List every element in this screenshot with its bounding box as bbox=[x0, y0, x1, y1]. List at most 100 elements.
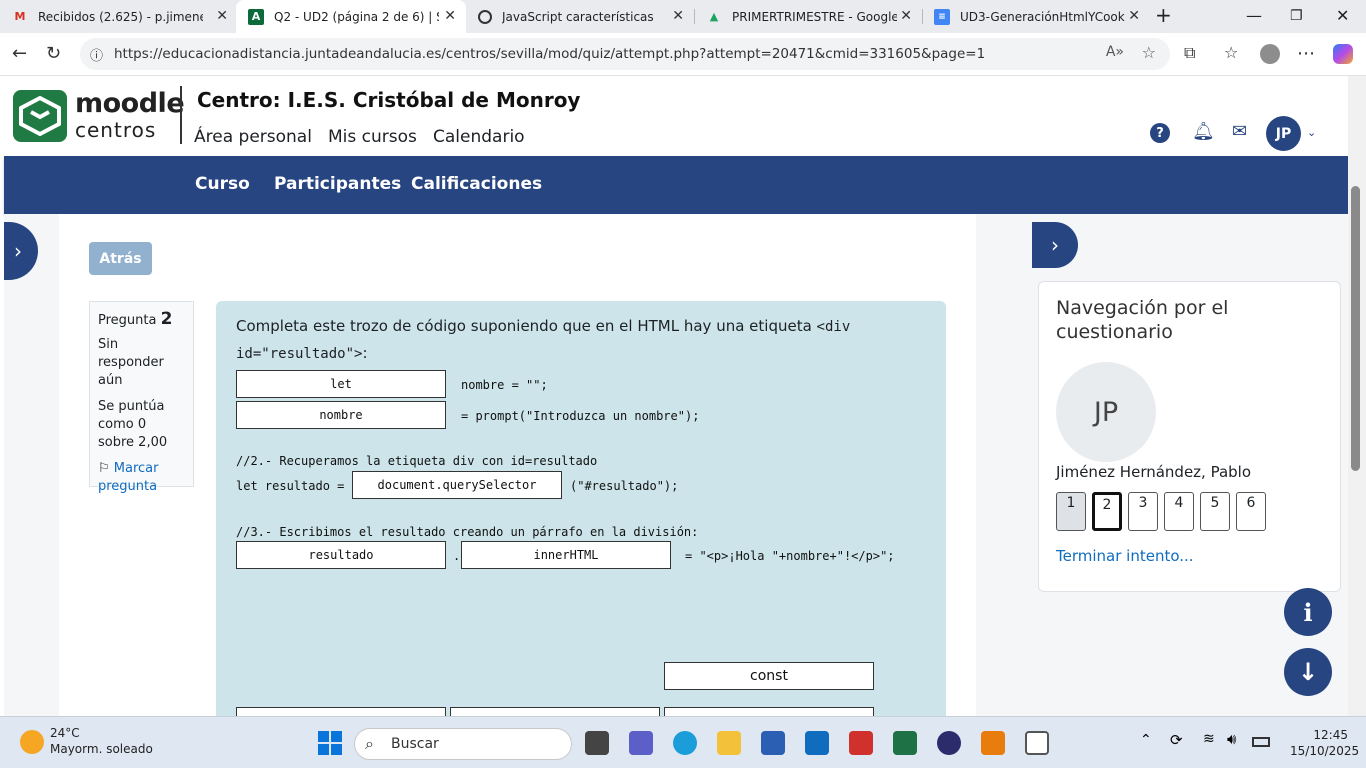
file-explorer-icon[interactable] bbox=[717, 731, 741, 755]
system-clock[interactable]: 12:45 15/10/2025 bbox=[1290, 727, 1360, 759]
new-tab-icon[interactable]: + bbox=[1155, 3, 1172, 27]
favorites-icon[interactable]: ☆ bbox=[1224, 43, 1238, 62]
volume-icon[interactable]: 🔊︎ bbox=[1227, 730, 1236, 748]
eclipse-icon[interactable] bbox=[937, 731, 961, 755]
sublime-text-icon[interactable] bbox=[981, 731, 1005, 755]
url-field[interactable]: ⓘ https://educacionadistancia.juntadeand… bbox=[80, 38, 1170, 70]
moodle-logo-icon[interactable] bbox=[13, 90, 67, 142]
scrollbar-thumb[interactable] bbox=[1351, 186, 1360, 471]
tab-title: JavaScript características bbox=[502, 9, 654, 24]
extensions-icon[interactable]: ⧉ bbox=[1184, 43, 1195, 63]
nav-calificaciones[interactable]: Calificaciones bbox=[411, 174, 542, 194]
minimize-icon[interactable]: — bbox=[1246, 6, 1262, 25]
taskbar-search[interactable]: ⌕ Buscar bbox=[354, 728, 572, 760]
nav-participantes[interactable]: Participantes bbox=[274, 174, 401, 194]
battery-icon[interactable] bbox=[1252, 737, 1270, 747]
drop-zone-2[interactable]: nombre bbox=[236, 401, 446, 429]
tab-gmail[interactable]: M Recibidos (2.625) - p.jimenez.he ✕ bbox=[0, 0, 238, 33]
tab-docs[interactable]: ≡ UD3-GeneraciónHtmlYCookies ✕ bbox=[922, 0, 1150, 33]
prompt-end: : bbox=[362, 344, 368, 362]
quiz-navigation-title: Navegación por el cuestionario bbox=[1056, 297, 1229, 343]
site-info-icon[interactable]: ⓘ bbox=[90, 45, 103, 64]
back-icon[interactable]: ← bbox=[12, 43, 27, 64]
clock-date: 15/10/2025 bbox=[1290, 744, 1360, 758]
close-window-icon[interactable]: ✕ bbox=[1336, 6, 1349, 25]
user-full-name: Jiménez Hernández, Pablo bbox=[1056, 463, 1252, 481]
refresh-icon[interactable]: ↻ bbox=[46, 43, 61, 64]
nav-curso[interactable]: Curso bbox=[195, 174, 250, 194]
drag-choice[interactable] bbox=[450, 707, 660, 716]
wifi-icon[interactable]: ≋ bbox=[1203, 731, 1215, 747]
question-number-line: Pregunta 2 bbox=[98, 310, 185, 330]
question-nav-button-5[interactable]: 5 bbox=[1200, 492, 1230, 531]
flag-question-link[interactable]: ⚐ Marcar pregunta bbox=[98, 460, 185, 496]
drop-zone-3[interactable]: document.querySelector bbox=[352, 471, 562, 499]
drop-zone-4[interactable]: resultado bbox=[236, 541, 446, 569]
nav-area-personal[interactable]: Área personal bbox=[194, 127, 312, 147]
chatgpt-icon bbox=[478, 9, 492, 24]
weather-sun-icon[interactable] bbox=[20, 730, 44, 754]
messages-icon[interactable]: ✉ bbox=[1232, 121, 1247, 142]
question-info: Pregunta 2 Sin responder aún Se puntúa c… bbox=[89, 301, 194, 494]
weather-temp: 24°C bbox=[50, 726, 80, 740]
finish-attempt-link[interactable]: Terminar intento... bbox=[1056, 547, 1194, 565]
tab-quiz[interactable]: A Q2 - UD2 (página 2 de 6) | Sevil ✕ bbox=[236, 0, 466, 33]
windows-taskbar: 24°C Mayorm. soleado ⌕ Buscar ⌃ ⟳ ≋ 🔊︎ 1… bbox=[0, 716, 1366, 768]
word-icon[interactable] bbox=[761, 731, 785, 755]
drop-zone-5[interactable]: innerHTML bbox=[461, 541, 671, 569]
code-comment-3: //3.- Escribimos el resultado creando un… bbox=[236, 525, 699, 539]
tab-title: Recibidos (2.625) - p.jimenez.he bbox=[38, 9, 203, 24]
question-nav-button-4[interactable]: 4 bbox=[1164, 492, 1194, 531]
read-aloud-icon[interactable]: A» bbox=[1106, 44, 1124, 60]
flag-icon: ⚐ bbox=[98, 461, 110, 476]
open-course-index-button[interactable]: › bbox=[4, 222, 38, 280]
sync-icon[interactable]: ⟳ bbox=[1170, 731, 1183, 749]
back-button[interactable]: Atrás bbox=[89, 242, 152, 275]
drag-choice[interactable] bbox=[664, 707, 874, 716]
restore-icon[interactable]: ❐ bbox=[1290, 8, 1303, 24]
code-line-4: = "<p>¡Hola "+nombre+"!</p>"; bbox=[685, 549, 895, 563]
drag-choice[interactable] bbox=[236, 707, 446, 716]
question-nav-button-1[interactable]: 1 bbox=[1056, 492, 1086, 531]
close-drawer-button[interactable]: › bbox=[1032, 222, 1078, 268]
nav-calendario[interactable]: Calendario bbox=[433, 127, 525, 147]
edge-icon[interactable] bbox=[673, 731, 697, 755]
question-nav-button-6[interactable]: 6 bbox=[1236, 492, 1266, 531]
notepad-icon[interactable] bbox=[1025, 731, 1049, 755]
start-windows-icon[interactable] bbox=[318, 731, 342, 755]
user-avatar-large: JP bbox=[1056, 362, 1156, 462]
excel-icon[interactable] bbox=[893, 731, 917, 755]
drag-choice-const[interactable]: const bbox=[664, 662, 874, 690]
search-icon: ⌕ bbox=[365, 734, 374, 753]
weather-widget[interactable]: 24°C Mayorm. soleado bbox=[50, 725, 153, 757]
profile-icon[interactable] bbox=[1260, 44, 1280, 64]
info-icon[interactable]: i bbox=[1284, 588, 1332, 636]
question-nav-button-3[interactable]: 3 bbox=[1128, 492, 1158, 531]
question-nav-button-2[interactable]: 2 bbox=[1092, 492, 1122, 531]
task-view-icon[interactable] bbox=[585, 731, 609, 755]
scroll-down-arrow-icon[interactable]: ↓ bbox=[1284, 648, 1332, 696]
teams-icon[interactable] bbox=[629, 731, 653, 755]
mail-icon[interactable] bbox=[805, 731, 829, 755]
notifications-bell-icon[interactable]: 🔔︎ bbox=[1192, 121, 1215, 142]
tab-chatgpt[interactable]: JavaScript características ✕ bbox=[466, 0, 694, 33]
show-hidden-icons-chevron-icon[interactable]: ⌃ bbox=[1140, 732, 1152, 748]
close-tab-icon[interactable]: ✕ bbox=[444, 8, 456, 24]
drop-zone-1[interactable]: let bbox=[236, 370, 446, 398]
favorite-star-icon[interactable]: ☆ bbox=[1142, 43, 1156, 62]
user-menu-chevron-down-icon[interactable]: ⌄ bbox=[1307, 126, 1316, 139]
user-avatar[interactable]: JP bbox=[1266, 116, 1301, 151]
close-tab-icon[interactable]: ✕ bbox=[672, 8, 684, 24]
close-tab-icon[interactable]: ✕ bbox=[1128, 8, 1140, 24]
nav-mis-cursos[interactable]: Mis cursos bbox=[328, 127, 417, 147]
code-line-3a: let resultado = bbox=[236, 479, 345, 493]
copilot-icon[interactable] bbox=[1333, 44, 1353, 64]
main-region: Atrás Pregunta 2 Sin responder aún Se pu… bbox=[59, 214, 976, 716]
tab-drive[interactable]: ▲ PRIMERTRIMESTRE - Google Dri ✕ bbox=[694, 0, 922, 33]
close-tab-icon[interactable]: ✕ bbox=[900, 8, 912, 24]
help-icon[interactable]: ? bbox=[1150, 123, 1170, 143]
close-tab-icon[interactable]: ✕ bbox=[216, 8, 228, 24]
question-prompt: Completa este trozo de código suponiendo… bbox=[236, 313, 876, 367]
acrobat-icon[interactable] bbox=[849, 731, 873, 755]
more-icon[interactable]: ⋯ bbox=[1297, 43, 1315, 64]
